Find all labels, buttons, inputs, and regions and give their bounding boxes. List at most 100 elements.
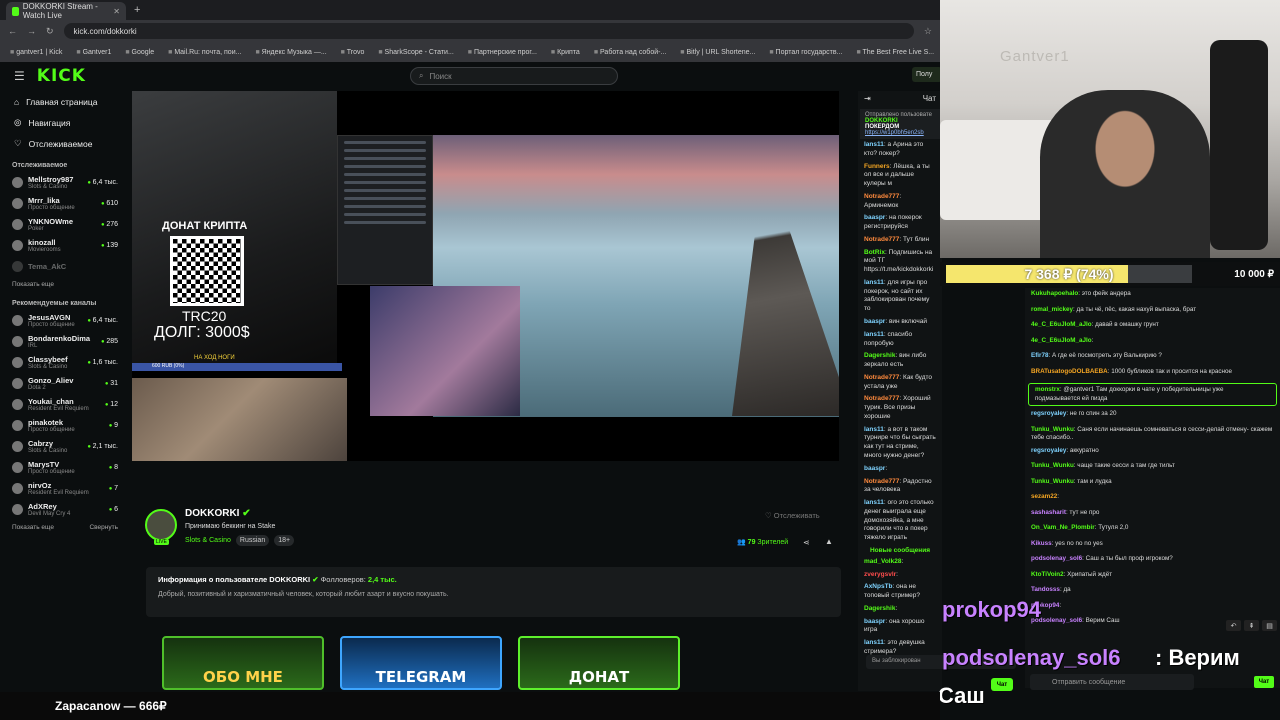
chat-username[interactable]: lans11 [864, 331, 884, 338]
streamer-chat-input[interactable]: Отправить сообщение [1030, 674, 1194, 690]
nav-item[interactable]: ♡ Отслеживаемое [0, 133, 130, 154]
chat-username[interactable]: Dagershik [864, 352, 895, 359]
tag-language[interactable]: Russian [235, 535, 270, 546]
chat-username[interactable]: Tunku_Wunku [1031, 426, 1074, 433]
chat-username[interactable]: regsroyaley [1031, 410, 1066, 417]
chat-username[interactable]: BRATusatogoDOLBAEBA [1031, 368, 1108, 375]
chat-username[interactable]: KtoTiVoin2 [1031, 571, 1064, 578]
close-tab-icon[interactable]: ✕ [113, 7, 120, 16]
bookmark-item[interactable]: Портал государств... [769, 49, 843, 56]
chat-username[interactable]: monstrx [1035, 386, 1060, 393]
tag-age[interactable]: 18+ [274, 535, 295, 546]
bookmark-star-icon[interactable]: ☆ [924, 26, 932, 37]
chat-username[interactable]: 4e_C_E6uJIoM_aJIo [1031, 337, 1092, 344]
chat-username[interactable]: On_Vam_Ne_Plombir [1031, 524, 1095, 531]
chat-username[interactable]: baaspr [864, 465, 885, 472]
chat-username[interactable]: Funners [864, 163, 890, 170]
channel-item[interactable]: Tema_AkC [0, 256, 130, 277]
chat-username[interactable]: romal_mickey [1031, 306, 1073, 313]
back-icon[interactable]: ← [8, 26, 17, 36]
chat-username[interactable]: AxNpsTb [864, 583, 893, 590]
channel-item[interactable]: Gonzo_AlievDota 2 31 [0, 373, 130, 394]
bookmark-item[interactable]: Gantver1 [76, 49, 112, 56]
chat-send-button[interactable]: Чат [991, 678, 1013, 691]
category-link[interactable]: Slots & Casino [185, 537, 231, 544]
pin-icon[interactable]: ⇞ [1244, 620, 1259, 631]
chat-username[interactable]: baaspr [864, 318, 885, 325]
chat-username[interactable]: Notrade777 [864, 478, 899, 485]
chat-username[interactable]: lans11 [864, 141, 884, 148]
new-messages-divider[interactable]: Новые сообщения [858, 545, 942, 556]
bookmark-item[interactable]: Крипта [551, 49, 580, 56]
follow-button[interactable]: ♡ Отслеживать [765, 511, 820, 520]
channel-item[interactable]: AdXReyDevil May Cry 4 6 [0, 499, 130, 520]
chat-username[interactable]: baaspr [864, 618, 885, 625]
bookmark-item[interactable]: gantver1 | Kick [10, 49, 62, 56]
channel-item[interactable]: kinozallMovierooms 139 [0, 235, 130, 256]
bookmark-item[interactable]: Google [125, 49, 155, 56]
chat-username[interactable]: Efir78 [1031, 352, 1049, 359]
panel-telegram[interactable]: TELEGRAM [340, 636, 502, 690]
report-icon[interactable]: ▲ [825, 537, 833, 546]
kick-logo[interactable]: KICK [37, 66, 86, 86]
chat-username[interactable]: lans11 [864, 499, 884, 506]
streamer-name[interactable]: DOKKORKI ✔ [185, 508, 251, 519]
chat-username[interactable]: Tunku_Wunku [1031, 462, 1074, 469]
url-field[interactable]: kick.com/dokkorki [63, 23, 914, 39]
channel-item[interactable]: Youkai_chanResident Evil Requiem 12 [0, 394, 130, 415]
chat-username[interactable]: Dagershik [864, 605, 895, 612]
pinned-link[interactable]: https://w1p0bh5en2sb [865, 130, 935, 136]
chat-username[interactable]: Notrade777 [864, 395, 899, 402]
signup-button[interactable]: Полу [912, 67, 942, 82]
channel-item[interactable]: nirvOzResident Evil Requiem 7 [0, 478, 130, 499]
video-player[interactable]: ДОНАТ КРИПТА TRC20 ДОЛГ: 3000$ НА ХОД НО… [132, 91, 839, 461]
channel-item[interactable]: pinakotekПросто общение 9 [0, 415, 130, 436]
bookmark-item[interactable]: Bitly | URL Shortene... [680, 49, 755, 56]
channel-item[interactable]: ClassybeefSlots & Casino 1,6 тыс. [0, 352, 130, 373]
streamer-chat-send-button[interactable]: Чат [1254, 676, 1274, 688]
chat-username[interactable]: lans11 [864, 426, 884, 433]
bookmark-item[interactable]: The Best Free Live S... [856, 49, 934, 56]
nav-item[interactable]: ◎ Навигация [0, 112, 130, 133]
chat-username[interactable]: Tandosss [1031, 586, 1060, 593]
streamer-avatar[interactable] [145, 509, 177, 541]
chat-username[interactable]: baaspr [864, 214, 885, 221]
collapse-button[interactable]: Свернуть [89, 524, 118, 531]
chat-username[interactable]: zverygsvlr [864, 571, 896, 578]
bookmark-item[interactable]: Партнерские прог... [468, 49, 537, 56]
chat-username[interactable]: mad_Volk28 [864, 558, 901, 565]
chat-username[interactable]: lans11 [864, 639, 884, 646]
bookmark-item[interactable]: Trovo [341, 49, 365, 56]
forward-icon[interactable]: → [27, 26, 36, 36]
browser-tab[interactable]: DOKKORKI Stream - Watch Live ✕ [6, 2, 126, 20]
channel-item[interactable]: BondarenkoDimaIRL 285 [0, 331, 130, 352]
chat-username[interactable]: Notrade777 [864, 374, 899, 381]
bookmark-item[interactable]: Яндекс Музыка —... [255, 49, 327, 56]
search-input[interactable]: ⌕ Поиск [410, 67, 618, 85]
show-more-button[interactable]: Показать еще [12, 281, 54, 288]
channel-item[interactable]: MarysTVПросто общение 8 [0, 457, 130, 478]
channel-item[interactable]: Mrrr_likaПросто общение 610 [0, 193, 130, 214]
new-tab-icon[interactable]: + [134, 4, 140, 16]
channel-item[interactable]: YNKNOWmePoker 276 [0, 214, 130, 235]
hamburger-menu-icon[interactable]: ☰ [14, 69, 25, 83]
chat-username[interactable]: 4e_C_E6uJIoM_aJIo [1031, 321, 1092, 328]
nav-item[interactable]: ⌂ Главная страница [0, 92, 130, 112]
chat-username[interactable]: podsolenay_sol6 [1031, 555, 1082, 562]
channel-item[interactable]: Mellstroy987Slots & Casino 6,4 тыс. [0, 172, 130, 193]
chat-username[interactable]: Kukuhapoehalo [1031, 290, 1078, 297]
chat-username[interactable]: BotRix [864, 249, 885, 256]
bookmark-item[interactable]: SharkScope - Стати... [378, 49, 454, 56]
share-icon[interactable]: ⋖ [803, 538, 810, 547]
chat-username[interactable]: Tunku_Wunku [1031, 478, 1074, 485]
chat-username[interactable]: sezam22 [1031, 493, 1057, 500]
chat-username[interactable]: Kikuss [1031, 540, 1052, 547]
chat-username[interactable]: lans11 [864, 279, 884, 286]
channel-item[interactable]: JesusAVGNПросто общение 6,4 тыс. [0, 310, 130, 331]
undo-icon[interactable]: ↶ [1226, 620, 1241, 631]
show-more-button-2[interactable]: Показать еще [12, 524, 54, 531]
panel-donate[interactable]: ДОНАТ [518, 636, 680, 690]
bookmark-item[interactable]: Mail.Ru: почта, пои... [168, 49, 241, 56]
bookmark-item[interactable]: Работа над собой-... [594, 49, 666, 56]
reload-icon[interactable]: ↻ [46, 26, 54, 37]
